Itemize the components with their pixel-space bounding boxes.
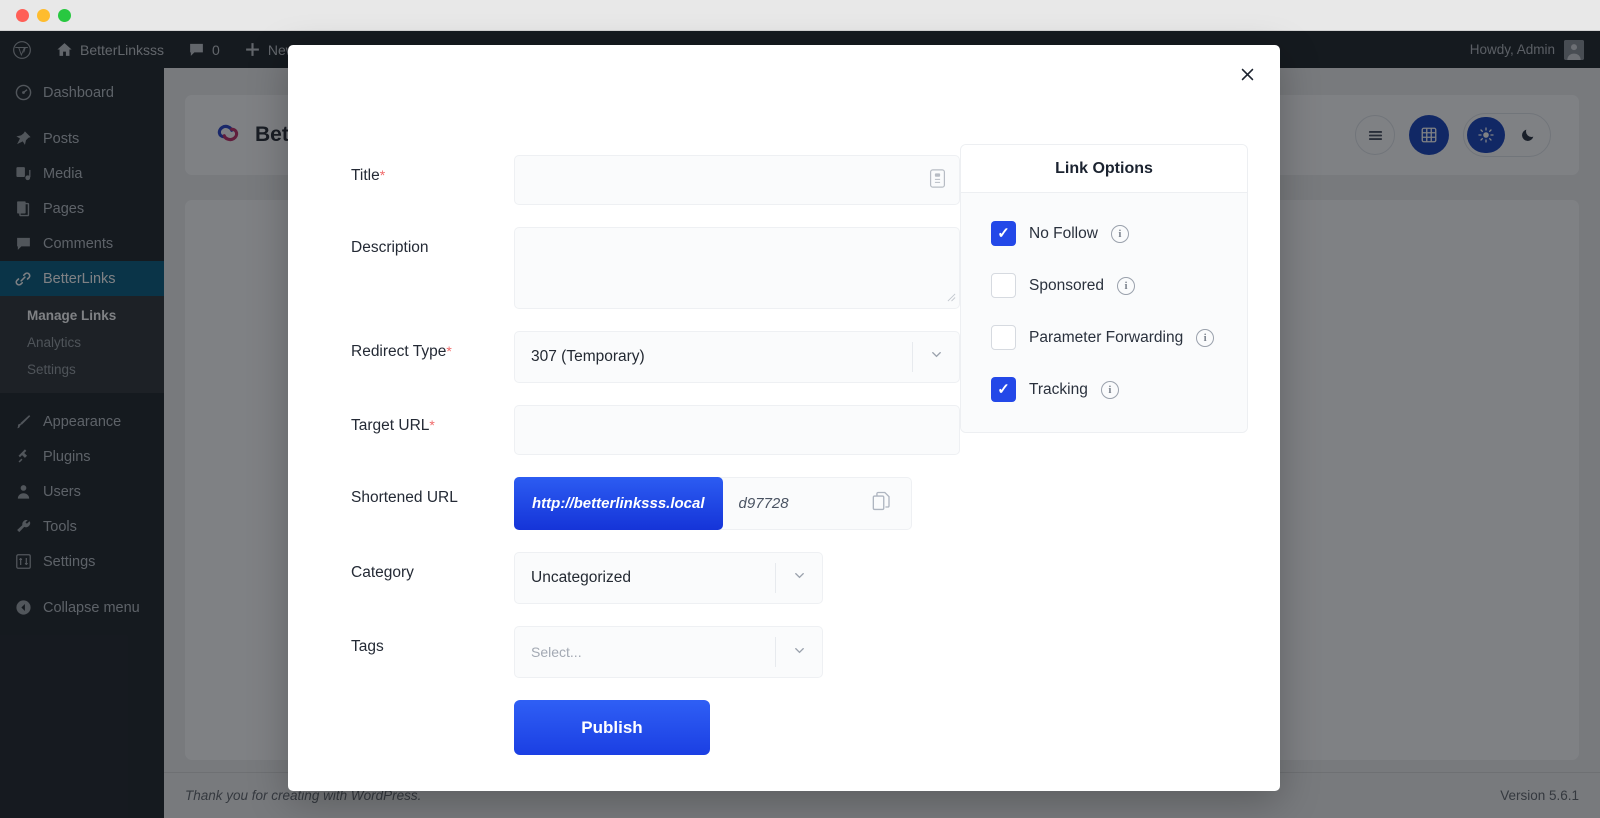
no-follow-label: No Follow	[1029, 225, 1098, 243]
window-maximize-button[interactable]	[58, 9, 71, 22]
target-url-label: Target URL*	[351, 405, 514, 455]
required-asterisk: *	[429, 417, 434, 433]
chevron-down-icon[interactable]	[929, 347, 944, 367]
tracking-label: Tracking	[1029, 381, 1088, 399]
info-icon[interactable]: i	[1111, 225, 1129, 243]
tags-placeholder: Select...	[531, 644, 582, 660]
no-follow-checkbox[interactable]: ✓	[991, 221, 1016, 246]
tags-field-wrap: Select...	[514, 626, 960, 678]
link-form: Title*	[288, 103, 960, 791]
chevron-down-icon[interactable]	[792, 568, 807, 588]
option-row-tracking[interactable]: ✓ Tracking i	[991, 377, 1247, 402]
field-row-title: Title*	[351, 155, 960, 205]
title-field-wrap	[514, 155, 960, 205]
tags-select[interactable]: Select...	[514, 626, 823, 678]
resize-handle-icon[interactable]	[947, 293, 956, 305]
publish-button[interactable]: Publish	[514, 700, 710, 755]
field-row-target-url: Target URL*	[351, 405, 960, 455]
required-asterisk: *	[380, 167, 385, 183]
target-url-field-wrap	[514, 405, 960, 455]
close-icon[interactable]	[1232, 59, 1262, 89]
check-icon: ✓	[997, 382, 1010, 397]
link-options-column: Link Options ✓ No Follow i Sponsored i	[960, 103, 1280, 791]
parameter-forwarding-checkbox[interactable]	[991, 325, 1016, 350]
shortened-url-slug-input[interactable]: d97728	[723, 495, 789, 512]
parameter-forwarding-label: Parameter Forwarding	[1029, 329, 1183, 347]
shortened-url-label: Shortened URL	[351, 477, 514, 530]
copy-icon[interactable]	[872, 491, 891, 516]
description-field-wrap	[514, 227, 960, 309]
link-options-list: ✓ No Follow i Sponsored i Parameter Forw…	[961, 193, 1247, 432]
option-row-parameter-forwarding[interactable]: Parameter Forwarding i	[991, 325, 1247, 350]
field-row-description: Description	[351, 227, 960, 309]
select-divider	[775, 563, 776, 593]
description-textarea[interactable]	[514, 227, 960, 309]
field-row-redirect-type: Redirect Type* 307 (Temporary)	[351, 331, 960, 383]
tags-label: Tags	[351, 626, 514, 678]
chevron-down-icon[interactable]	[792, 643, 807, 661]
description-label: Description	[351, 227, 514, 309]
redirect-type-select[interactable]: 307 (Temporary)	[514, 331, 960, 383]
category-label: Category	[351, 552, 514, 604]
info-icon[interactable]: i	[1196, 329, 1214, 347]
required-asterisk: *	[446, 343, 451, 359]
add-new-link-modal: Title*	[288, 45, 1280, 791]
category-select[interactable]: Uncategorized	[514, 552, 823, 604]
target-url-input[interactable]	[514, 405, 960, 455]
field-row-shortened-url: Shortened URL http://betterlinksss.local…	[351, 477, 960, 530]
target-url-label-text: Target URL	[351, 417, 429, 434]
category-value: Uncategorized	[531, 569, 631, 587]
shortened-url-prefix: http://betterlinksss.local	[514, 477, 723, 530]
field-row-category: Category Uncategorized	[351, 552, 960, 604]
info-icon[interactable]: i	[1101, 381, 1119, 399]
window-close-button[interactable]	[16, 9, 29, 22]
title-label: Title*	[351, 155, 514, 205]
redirect-type-label: Redirect Type*	[351, 331, 514, 383]
redirect-type-field-wrap: 307 (Temporary)	[514, 331, 960, 383]
title-label-text: Title	[351, 167, 380, 184]
select-divider	[775, 637, 776, 667]
redirect-type-label-text: Redirect Type	[351, 343, 446, 360]
check-icon: ✓	[997, 226, 1010, 241]
shortened-url-field-wrap: http://betterlinksss.local d97728	[514, 477, 960, 530]
shortened-url-group: http://betterlinksss.local d97728	[514, 477, 912, 530]
modal-body: Title*	[288, 103, 1280, 791]
option-row-sponsored[interactable]: Sponsored i	[991, 273, 1247, 298]
category-field-wrap: Uncategorized	[514, 552, 960, 604]
tracking-checkbox[interactable]: ✓	[991, 377, 1016, 402]
note-icon[interactable]	[929, 169, 946, 192]
sponsored-checkbox[interactable]	[991, 273, 1016, 298]
sponsored-label: Sponsored	[1029, 277, 1104, 295]
select-divider	[912, 342, 913, 372]
info-icon[interactable]: i	[1117, 277, 1135, 295]
link-options-title: Link Options	[961, 145, 1247, 193]
title-input[interactable]	[514, 155, 960, 205]
window-minimize-button[interactable]	[37, 9, 50, 22]
option-row-no-follow[interactable]: ✓ No Follow i	[991, 221, 1247, 246]
field-row-tags: Tags Select...	[351, 626, 960, 678]
link-options-card: Link Options ✓ No Follow i Sponsored i	[960, 144, 1248, 433]
redirect-type-value: 307 (Temporary)	[531, 348, 645, 366]
window-titlebar	[0, 0, 1600, 31]
